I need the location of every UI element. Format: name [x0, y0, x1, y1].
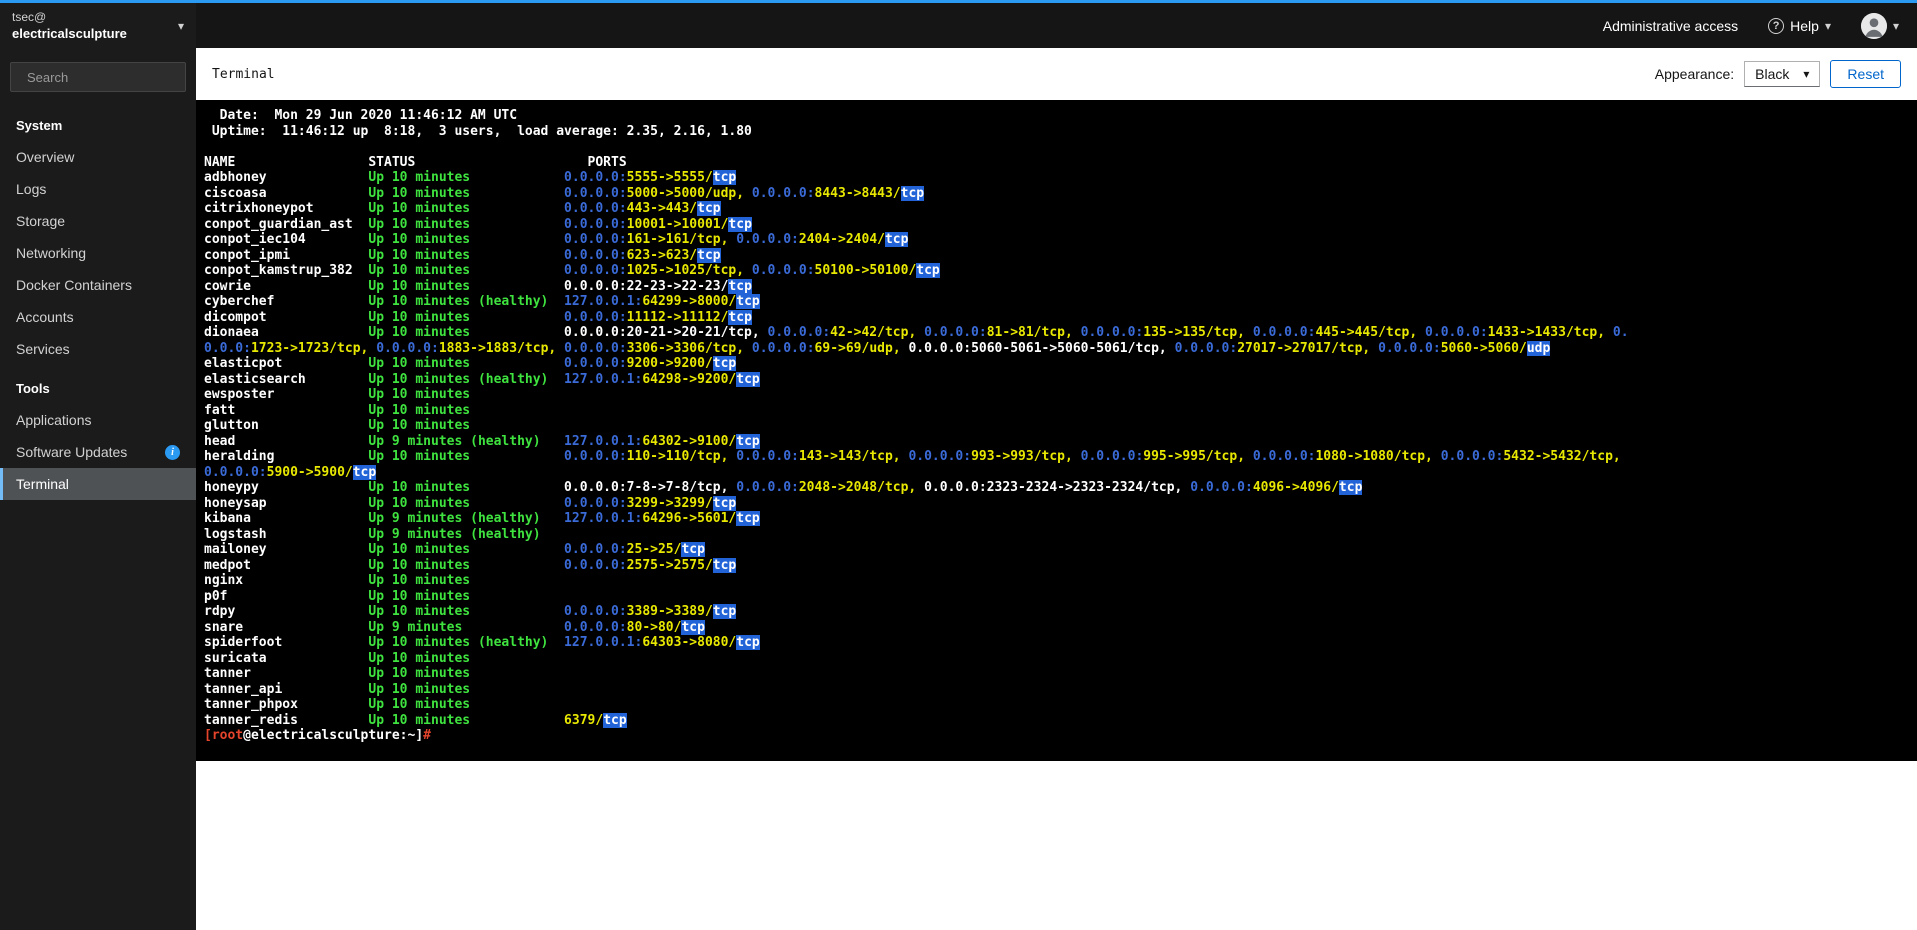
sidebar: System Overview Logs Storage Networking Docke… [0, 48, 205, 930]
sidebar-item-label: Services [16, 341, 70, 357]
page-title: Terminal [212, 66, 275, 82]
terminal-line: spiderfoot Up 10 minutes (healthy) 127.0… [204, 635, 760, 650]
sidebar-nav: System Overview Logs Storage Networking Docke… [0, 102, 196, 500]
sidebar-item-label: Overview [16, 149, 75, 165]
brand-host: electricalsculpture [12, 25, 127, 41]
content: Terminal Appearance: Black ▾ Reset Date:… [196, 48, 1917, 930]
chevron-down-icon: ▾ [1803, 67, 1810, 81]
terminal-line: citrixhoneypot Up 10 minutes 0.0.0.0:443… [204, 201, 721, 216]
chevron-down-icon: ▾ [177, 18, 184, 33]
terminal-line: tanner_api Up 10 minutes [204, 681, 471, 697]
sidebar-item-label: Terminal [16, 476, 69, 492]
brand: tsec@ electricalsculpture [12, 9, 178, 43]
terminal-line: heralding Up 10 minutes 0.0.0.0:110->110… [204, 449, 1621, 464]
sidebar-item-services[interactable]: Services [0, 333, 196, 365]
terminal-line: tanner Up 10 minutes [204, 666, 471, 681]
terminal-line: rdpy Up 10 minutes 0.0.0.0:3389->3389/tc… [204, 604, 737, 619]
terminal[interactable]: Date: Mon 29 Jun 2020 11:46:12 AM UTC Up… [196, 100, 1917, 761]
sidebar-item-networking[interactable]: Networking [0, 237, 196, 269]
appearance-select[interactable]: Black ▾ [1744, 61, 1821, 87]
terminal-output: Date: Mon 29 Jun 2020 11:46:12 AM UTC Up… [204, 108, 1909, 744]
terminal-line: 0.0.0:1723->1723/tcp, 0.0.0.0:1883->1883… [204, 340, 1551, 356]
sidebar-item-label: Software Updates [16, 444, 128, 460]
terminal-line: head Up 9 minutes (healthy) 127.0.0.1:64… [204, 433, 760, 449]
sidebar-item-label: Docker Containers [16, 277, 132, 293]
terminal-line: cowrie Up 10 minutes 0.0.0.0:22-23->22-2… [204, 278, 752, 294]
appearance-value: Black [1755, 66, 1790, 82]
sidebar-item-software-updates[interactable]: Software Updates i [0, 436, 196, 468]
reset-button[interactable]: Reset [1830, 60, 1901, 88]
sidebar-item-label: Accounts [16, 309, 74, 325]
terminal-line: cyberchef Up 10 minutes (healthy) 127.0.… [204, 294, 760, 309]
sidebar-item-label: Networking [16, 245, 87, 261]
terminal-line: medpot Up 10 minutes 0.0.0.0:2575->2575/… [204, 557, 737, 573]
info-icon: i [165, 444, 180, 460]
help-label: Help [1790, 17, 1819, 34]
sidebar-item-accounts[interactable]: Accounts [0, 301, 196, 333]
terminal-line: Uptime: 11:46:12 up 8:18, 3 users, load … [204, 123, 752, 139]
terminal-line: p0f Up 10 minutes [204, 588, 471, 604]
terminal-line: conpot_kamstrup_382 Up 10 minutes 0.0.0.… [204, 263, 940, 278]
terminal-line: ciscoasa Up 10 minutes 0.0.0.0:5000->500… [204, 185, 925, 201]
session-menu[interactable]: ▾ [1860, 12, 1899, 39]
terminal-line: elasticpot Up 10 minutes 0.0.0.0:9200->9… [204, 356, 737, 371]
masthead-right: Administrative access ? Help ▾ ▾ [1603, 3, 1917, 48]
terminal-line: snare Up 9 minutes 0.0.0.0:80->80/tcp [204, 619, 705, 635]
terminal-line: [root@electricalsculpture:~]# [204, 728, 431, 743]
content-header: Terminal Appearance: Black ▾ Reset [196, 48, 1917, 100]
terminal-line: conpot_guardian_ast Up 10 minutes 0.0.0.… [204, 216, 752, 232]
search-input[interactable] [25, 68, 205, 86]
terminal-line: Date: Mon 29 Jun 2020 11:46:12 AM UTC [204, 108, 518, 123]
user-avatar-icon [1860, 12, 1887, 39]
terminal-line: tanner_phpox Up 10 minutes [204, 697, 471, 712]
appearance-label: Appearance: [1654, 66, 1735, 82]
terminal-line: conpot_iec104 Up 10 minutes 0.0.0.0:161-… [204, 232, 909, 247]
masthead: tsec@ electricalsculpture ▾ Administrati… [0, 3, 1917, 48]
terminal-line: kibana Up 9 minutes (healthy) 127.0.0.1:… [204, 511, 760, 526]
terminal-line: elasticsearch Up 10 minutes (healthy) 12… [204, 371, 760, 387]
sidebar-item-overview[interactable]: Overview [0, 141, 196, 173]
sidebar-item-applications[interactable]: Applications [0, 404, 196, 436]
chevron-down-icon: ▾ [1892, 18, 1899, 33]
terminal-line: ewsposter Up 10 minutes [204, 387, 471, 402]
nav-section-title: System [16, 118, 63, 133]
host-switcher[interactable]: tsec@ electricalsculpture ▾ [0, 3, 196, 48]
terminal-line: mailoney Up 10 minutes 0.0.0.0:25->25/tc… [204, 542, 705, 557]
sidebar-item-label: Storage [16, 213, 66, 229]
nav-section-title: Tools [16, 381, 50, 396]
search-box [10, 62, 205, 92]
terminal-line: nginx Up 10 minutes [204, 573, 471, 588]
terminal-line: dicompot Up 10 minutes 0.0.0.0:11112->11… [204, 309, 752, 325]
terminal-line: honeysap Up 10 minutes 0.0.0.0:3299->329… [204, 495, 737, 511]
sidebar-item-label: Applications [16, 412, 92, 428]
terminal-line: suricata Up 10 minutes [204, 650, 471, 666]
sidebar-item-label: Logs [16, 181, 47, 197]
terminal-line: logstash Up 9 minutes (healthy) [204, 526, 541, 542]
help-menu[interactable]: ? Help ▾ [1768, 17, 1831, 34]
chevron-down-icon: ▾ [1824, 18, 1831, 33]
terminal-line: adbhoney Up 10 minutes 0.0.0.0:5555->555… [204, 170, 737, 185]
sidebar-item-storage[interactable]: Storage [0, 205, 196, 237]
sidebar-item-logs[interactable]: Logs [0, 173, 196, 205]
sidebar-item-docker-containers[interactable]: Docker Containers [0, 269, 196, 301]
terminal-line: fatt Up 10 minutes [204, 402, 471, 418]
administrative-access-button[interactable]: Administrative access [1603, 18, 1738, 34]
terminal-line: honeypy Up 10 minutes 0.0.0.0:7-8->7-8/t… [204, 480, 1363, 495]
terminal-line: dionaea Up 10 minutes 0.0.0.0:20-21->20-… [204, 325, 1629, 340]
terminal-line: NAME STATUS PORTS [204, 154, 627, 170]
sidebar-item-terminal[interactable]: Terminal [0, 468, 196, 500]
header-controls: Appearance: Black ▾ Reset [1655, 60, 1901, 88]
terminal-line: tanner_redis Up 10 minutes 6379/tcp [204, 712, 627, 728]
terminal-line: glutton Up 10 minutes [204, 418, 471, 433]
terminal-line: conpot_ipmi Up 10 minutes 0.0.0.0:623->6… [204, 247, 721, 263]
help-icon: ? [1768, 17, 1785, 34]
terminal-line: 0.0.0.0:5900->5900/tcp [204, 464, 377, 480]
brand-user: tsec@ [12, 9, 47, 24]
